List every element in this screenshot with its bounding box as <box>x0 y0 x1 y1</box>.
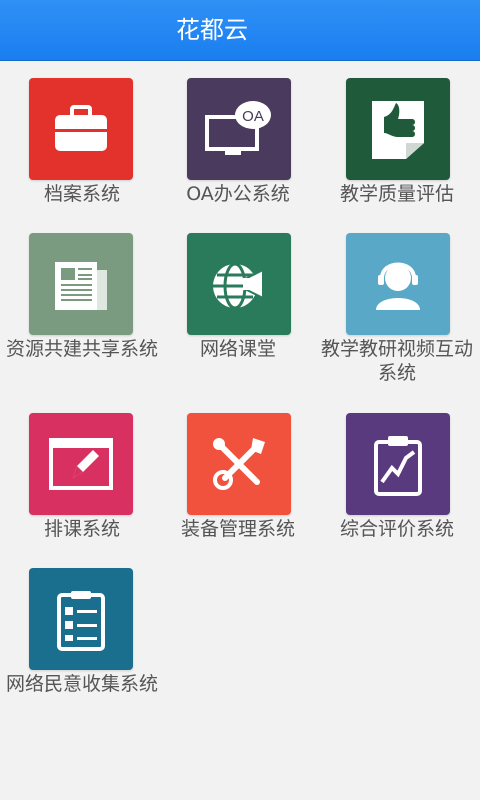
tools-icon <box>187 413 291 515</box>
briefcase-icon <box>29 78 133 180</box>
thumbs-up-icon <box>346 78 450 180</box>
app-title: 花都云 <box>176 16 248 44</box>
checklist-icon <box>29 568 133 670</box>
app-header: 花都云 <box>0 0 480 61</box>
app-label: OA办公系统 <box>186 183 290 205</box>
app-label: 资源共建共享系统 <box>6 338 159 360</box>
app-label: 档案系统 <box>43 183 120 205</box>
app-grid: 档案系统 OA OA办公系统 教学质量评估 资源共建共享系统 网络课堂 教学教研… <box>0 60 480 800</box>
app-label: 装备管理系统 <box>180 518 295 540</box>
app-label: 综合评价系统 <box>339 518 454 540</box>
globe-megaphone-icon <box>187 233 291 335</box>
app-label: 教学质量评估 <box>339 183 454 205</box>
newspaper-icon <box>29 233 133 335</box>
app-label: 排课系统 <box>43 518 120 540</box>
app-label: 网络民意收集系统 <box>6 673 159 695</box>
app-label: 教学教研视频互动系统 <box>320 338 473 384</box>
headset-user-icon <box>346 233 450 335</box>
svg-text:OA: OA <box>242 108 264 125</box>
chart-clipboard-icon <box>346 413 450 515</box>
oa-monitor-icon: OA <box>187 78 291 180</box>
edit-board-icon <box>29 413 133 515</box>
app-label: 网络课堂 <box>199 338 276 360</box>
